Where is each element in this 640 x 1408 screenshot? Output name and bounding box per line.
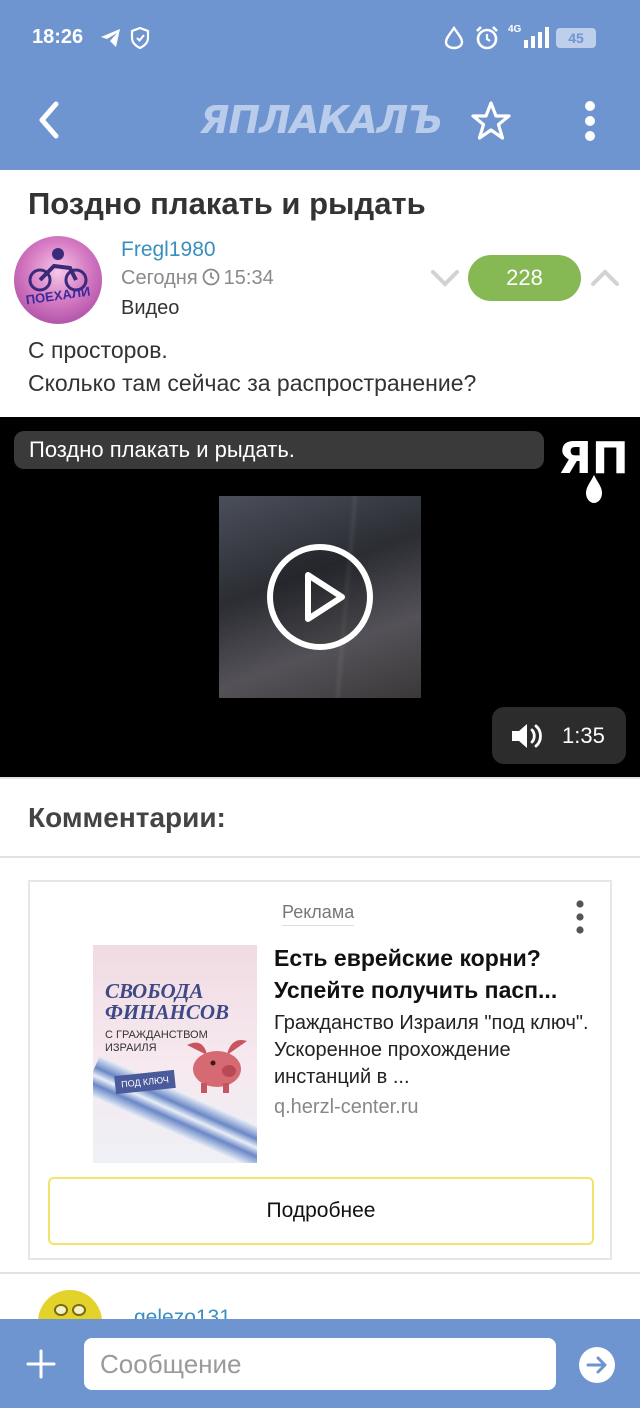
- more-vertical-icon[interactable]: [574, 900, 586, 939]
- status-bar: 18:26 4G 45: [0, 0, 640, 78]
- divider: [0, 1272, 640, 1274]
- yp-logo-icon: ЯП: [556, 429, 629, 514]
- avatar-eye: [72, 1304, 86, 1316]
- vote-up-icon[interactable]: [590, 268, 620, 293]
- battery-icon: 45: [556, 28, 596, 48]
- ad-title[interactable]: Есть еврейские корни? Успейте получить п…: [274, 942, 594, 1006]
- video-duration: 1:35: [562, 723, 605, 748]
- star-icon[interactable]: [470, 100, 512, 147]
- telegram-icon: [100, 28, 122, 53]
- avatar-eye: [54, 1304, 68, 1316]
- ad-image-line: ФИНАНСОВ: [105, 1000, 230, 1024]
- shield-icon: [130, 26, 150, 54]
- ad-image-line: СВОБОДА: [105, 979, 204, 1003]
- video-title: Поздно плакать и рыдать.: [14, 431, 544, 469]
- ad-label: Реклама: [282, 902, 355, 926]
- clock-icon: [202, 268, 220, 292]
- message-composer: Сообщение: [0, 1319, 640, 1408]
- post-body: С просторов. Сколько там сейчас за распр…: [28, 334, 618, 400]
- network-type: 4G: [508, 24, 522, 35]
- post-date: Сегодня 15:34: [121, 267, 274, 292]
- video-player[interactable]: Поздно плакать и рыдать. ЯП 1:35: [0, 417, 640, 777]
- volume-icon[interactable]: [510, 722, 546, 756]
- plus-icon[interactable]: [26, 1349, 56, 1384]
- post-body-line: С просторов.: [28, 337, 168, 363]
- app-screen: 18:26 4G 45 ЯПЛАКАЛЪ Поздно плакать и ры…: [0, 0, 640, 1408]
- play-icon[interactable]: [266, 543, 374, 656]
- divider: [0, 777, 640, 779]
- ad-domain[interactable]: q.herzl-center.ru: [274, 1096, 419, 1119]
- comments-heading: Комментарии:: [28, 802, 226, 833]
- ad-description: Гражданство Израиля "под ключ". Ускоренн…: [274, 1012, 589, 1088]
- ad-image[interactable]: СВОБОДА ФИНАНСОВ С ГРАЖДАНСТВОМ ИЗРАИЛЯ ПО…: [93, 945, 257, 1163]
- svg-text:ЯП: ЯП: [558, 433, 628, 484]
- post-body-line: Сколько там сейчас за распространение?: [28, 370, 477, 396]
- post-author-link[interactable]: Fregl1980: [121, 238, 216, 262]
- send-icon[interactable]: [578, 1346, 616, 1389]
- rating-badge: 228: [468, 255, 581, 301]
- signal-icon: [522, 26, 550, 53]
- piggy-bank-icon: [185, 1031, 249, 1102]
- message-input[interactable]: Сообщение: [84, 1338, 556, 1390]
- ad-block[interactable]: Реклама СВОБОДА ФИНАНСОВ С ГРАЖДАНСТВОМ ИЗ…: [28, 880, 612, 1260]
- alarm-icon: [474, 25, 500, 56]
- author-avatar[interactable]: ПОЕХАЛИ: [14, 236, 102, 324]
- divider: [0, 856, 640, 858]
- drop-icon: [444, 25, 464, 55]
- top-bar: 18:26 4G 45 ЯПЛАКАЛЪ: [0, 0, 640, 170]
- site-logo[interactable]: ЯПЛАКАЛЪ: [196, 98, 446, 142]
- post-category[interactable]: Видео: [121, 297, 179, 320]
- post-title: Поздно плакать и рыдать: [28, 186, 426, 221]
- post-time: 15:34: [223, 267, 274, 289]
- more-vertical-icon[interactable]: [582, 100, 598, 147]
- status-time: 18:26: [32, 26, 84, 48]
- ad-image-heading: СВОБОДА ФИНАНСОВ: [105, 981, 229, 1023]
- ad-more-button[interactable]: Подробнее: [48, 1177, 594, 1245]
- video-duration-box[interactable]: 1:35: [492, 707, 626, 764]
- vote-down-icon[interactable]: [430, 268, 460, 293]
- post-date-day: Сегодня: [121, 267, 198, 289]
- back-arrow-icon[interactable]: [34, 100, 64, 145]
